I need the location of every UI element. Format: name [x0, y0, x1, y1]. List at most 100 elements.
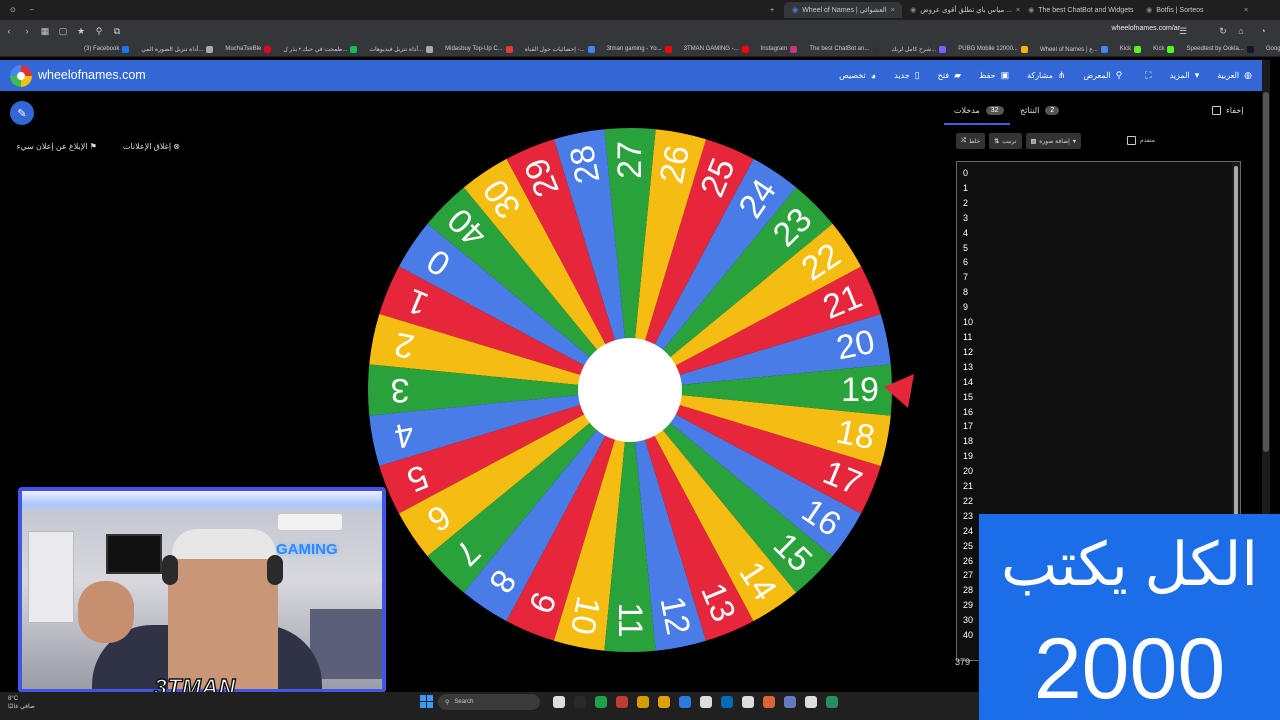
tab-results[interactable]: النتائج 2	[1020, 106, 1060, 115]
shuffle-icon: ⤮	[961, 137, 966, 144]
entry-line[interactable]: 27	[963, 568, 973, 583]
advanced-toggle[interactable]: متقدم	[1127, 136, 1155, 145]
headband	[172, 529, 276, 559]
image-icon: ▨	[1030, 138, 1037, 145]
entry-line[interactable]: 40	[963, 628, 973, 643]
taskbar-app-icon[interactable]	[679, 696, 691, 708]
headphone-right	[267, 555, 283, 585]
taskbar-app-icon[interactable]	[637, 696, 649, 708]
headphone-left	[162, 555, 178, 585]
add-image-label: إضافة صورة	[1039, 138, 1070, 145]
shuffle-button[interactable]: ⤮ خلط	[956, 133, 986, 149]
entry-line[interactable]: 9	[963, 300, 973, 315]
entry-line[interactable]: 21	[963, 479, 973, 494]
ceiling-light	[22, 491, 382, 513]
entry-line[interactable]: 11	[963, 330, 973, 345]
hide-label: إخفاء	[1226, 106, 1244, 115]
entries-count-badge: 32	[985, 106, 1004, 115]
wheel-slice-label: 12	[653, 593, 698, 638]
entry-line[interactable]: 2	[963, 196, 973, 211]
weather-widget[interactable]: 8°C صافي غالبًا	[8, 695, 35, 711]
wheel-slice-label: 28	[563, 142, 608, 187]
webcam-overlay: GAMING	[18, 487, 386, 693]
entry-line[interactable]: 29	[963, 598, 973, 613]
entry-line[interactable]: 12	[963, 345, 973, 360]
windows-start-icon[interactable]	[420, 695, 434, 709]
wheel-slice-label: 19	[841, 371, 879, 409]
weather-temp: 8°C	[8, 696, 19, 702]
entry-line[interactable]: 15	[963, 390, 973, 405]
taskbar-app-icon[interactable]	[553, 696, 565, 708]
sort-icon: ⇅	[994, 138, 1000, 145]
taskbar-app-icon[interactable]	[616, 696, 628, 708]
overlay-line-2: 2000	[1033, 621, 1226, 717]
entry-line[interactable]: 18	[963, 434, 973, 449]
overlay-line-1: الكل يكتب	[1000, 531, 1259, 598]
entry-line[interactable]: 13	[963, 360, 973, 375]
taskbar-app-icon[interactable]	[826, 696, 838, 708]
wall-shelf	[28, 531, 74, 623]
entry-line[interactable]: 30	[963, 613, 973, 628]
entries-list: 0 1 2 3 4 5 6 7 8 9 10 11 12 13 14 15 16 17 18 19 20 21 22 23 24…	[963, 166, 973, 643]
entry-line[interactable]: 8	[963, 285, 973, 300]
taskbar-search-placeholder: Search	[454, 699, 474, 705]
entry-line[interactable]: 1	[963, 181, 973, 196]
entry-line[interactable]: 0	[963, 166, 973, 181]
entry-line[interactable]: 25	[963, 539, 973, 554]
entry-line[interactable]: 19	[963, 449, 973, 464]
sort-label: ترتيب	[1002, 138, 1017, 145]
active-tab-indicator	[944, 123, 1010, 125]
entry-line[interactable]: 3	[963, 211, 973, 226]
entry-line[interactable]: 10	[963, 315, 973, 330]
entry-line[interactable]: 4	[963, 226, 973, 241]
caret-down-icon: ▾	[1072, 138, 1076, 145]
stream-text-overlay: الكل يكتب 2000	[979, 514, 1280, 720]
entries-scrollbar-thumb[interactable]	[1234, 166, 1238, 546]
entry-line[interactable]: 26	[963, 554, 973, 569]
entries-toolbar: ⤮ خلط ⇅ ترتيب ▨ إضافة صورة ▾	[956, 133, 1206, 149]
taskbar-search[interactable]: ⚲ Search	[438, 694, 540, 710]
add-image-button[interactable]: ▨ إضافة صورة ▾	[1025, 133, 1081, 149]
entry-line[interactable]: 22	[963, 494, 973, 509]
wheel-slice-label: 27	[611, 141, 649, 179]
entry-line[interactable]: 28	[963, 583, 973, 598]
shuffle-label: خلط	[968, 138, 981, 145]
hide-checkbox[interactable]	[1212, 106, 1221, 115]
hide-toggle[interactable]: إخفاء	[1212, 106, 1243, 115]
entry-line[interactable]: 7	[963, 270, 973, 285]
neon-sign: GAMING	[276, 541, 338, 558]
entry-line[interactable]: 17	[963, 419, 973, 434]
entry-line[interactable]: 23	[963, 509, 973, 524]
taskbar-app-icon[interactable]	[763, 696, 775, 708]
wheel-slice-label: 10	[563, 593, 608, 638]
sofa	[310, 609, 382, 679]
taskbar-app-icon[interactable]	[658, 696, 670, 708]
sort-button[interactable]: ⇅ ترتيب	[989, 133, 1022, 149]
air-conditioner	[278, 514, 342, 530]
wheel-slice-label: 11	[611, 602, 649, 637]
wheel-slice-label: 3	[391, 371, 410, 409]
entry-line[interactable]: 20	[963, 464, 973, 479]
entry-line[interactable]: 5	[963, 241, 973, 256]
entry-line[interactable]: 16	[963, 405, 973, 420]
results-count-badge: 2	[1045, 106, 1060, 115]
advanced-label: متقدم	[1140, 138, 1155, 144]
entry-line[interactable]: 6	[963, 255, 973, 270]
taskbar-app-icon[interactable]	[805, 696, 817, 708]
tab-entries[interactable]: مدخلات 32	[944, 106, 1010, 125]
taskbar-app-icon[interactable]	[742, 696, 754, 708]
taskbar-app-icon[interactable]	[574, 696, 586, 708]
taskbar-apps	[553, 696, 838, 708]
wheel-slice-label: 26	[653, 142, 698, 187]
taskbar-app-icon[interactable]	[595, 696, 607, 708]
panel-tabs: مدخلات 32 النتائج 2 إخفاء	[944, 98, 1244, 125]
entry-line[interactable]: 24	[963, 524, 973, 539]
taskbar-app-icon[interactable]	[700, 696, 712, 708]
entry-line[interactable]: 14	[963, 375, 973, 390]
taskbar-app-icon[interactable]	[784, 696, 796, 708]
taskbar-app-icon[interactable]	[721, 696, 733, 708]
wheel-center[interactable]	[578, 338, 682, 442]
weather-desc: صافي غالبًا	[8, 704, 35, 710]
screen: { "browser":{ "tabs":[ {"label":"Wheel o…	[0, 0, 1280, 720]
advanced-checkbox[interactable]	[1127, 136, 1136, 145]
